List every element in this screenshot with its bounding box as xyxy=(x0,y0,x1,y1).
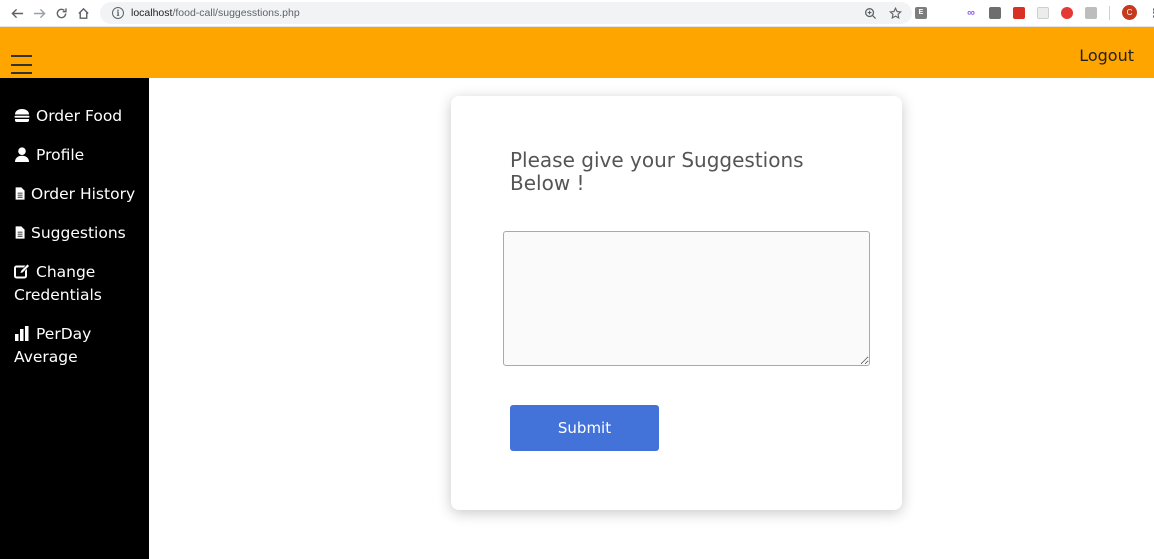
blank-extension-icon[interactable] xyxy=(1037,6,1049,19)
reload-icon[interactable] xyxy=(50,2,72,24)
extension-bar: E ∞ C xyxy=(915,5,1154,20)
sidebar-item-profile[interactable]: Profile xyxy=(14,144,144,167)
opera-extension-icon[interactable] xyxy=(1061,6,1073,19)
burger-icon xyxy=(14,108,30,123)
infinity-extension-icon[interactable]: ∞ xyxy=(965,7,977,19)
star-icon[interactable] xyxy=(888,5,903,24)
info-icon[interactable]: i xyxy=(112,7,124,19)
url-text: localhost/food-call/suggesstions.php xyxy=(131,7,300,19)
chat-extension-icon[interactable] xyxy=(989,6,1001,19)
sidebar-item-order-food[interactable]: Order Food xyxy=(14,105,144,128)
sidebar-item-label: Suggestions xyxy=(31,224,126,242)
page-title: Please give your Suggestions Below ! xyxy=(510,148,804,195)
tab-extension-icon[interactable] xyxy=(1085,6,1097,19)
sidebar-item-label: Order Food xyxy=(36,107,123,125)
sidebar-item-change-credentials[interactable]: Change Credentials xyxy=(14,261,144,307)
bar-chart-icon xyxy=(14,326,30,341)
sidebar-item-label: Profile xyxy=(36,146,85,164)
zoom-icon[interactable] xyxy=(864,5,877,24)
suggestion-card: Please give your Suggestions Below ! Sub… xyxy=(451,96,902,510)
app-header: Logout xyxy=(0,27,1154,78)
profile-avatar[interactable]: C xyxy=(1122,5,1137,20)
browser-toolbar: i localhost/food-call/suggesstions.php E… xyxy=(0,0,1154,27)
edit-icon xyxy=(14,264,30,279)
sidebar-item-perday-average[interactable]: PerDay Average xyxy=(14,323,144,369)
file-icon xyxy=(14,225,27,240)
submit-button[interactable]: Submit xyxy=(510,405,659,451)
file-icon xyxy=(14,186,27,201)
sidebar-item-label: Order History xyxy=(31,185,136,203)
address-bar[interactable]: i localhost/food-call/suggesstions.php xyxy=(100,2,912,24)
user-icon xyxy=(14,147,30,162)
url-host: localhost xyxy=(131,7,173,19)
sidebar: Order Food Profile Order History Suggest… xyxy=(0,78,149,559)
red-box-extension-icon[interactable] xyxy=(1013,6,1025,19)
logout-link[interactable]: Logout xyxy=(1079,46,1134,65)
hamburger-menu-icon[interactable] xyxy=(11,54,32,75)
sidebar-item-order-history[interactable]: Order History xyxy=(14,183,144,206)
e-extension-icon[interactable]: E xyxy=(915,6,927,19)
home-icon[interactable] xyxy=(72,2,94,24)
forward-arrow-icon[interactable] xyxy=(28,2,50,24)
more-menu-icon[interactable] xyxy=(1149,6,1154,20)
url-path: /food-call/suggesstions.php xyxy=(172,7,300,19)
toolbar-divider xyxy=(1109,5,1110,20)
back-arrow-icon[interactable] xyxy=(6,2,28,24)
suggestion-textarea[interactable] xyxy=(503,231,870,366)
sidebar-item-suggestions[interactable]: Suggestions xyxy=(14,222,144,245)
